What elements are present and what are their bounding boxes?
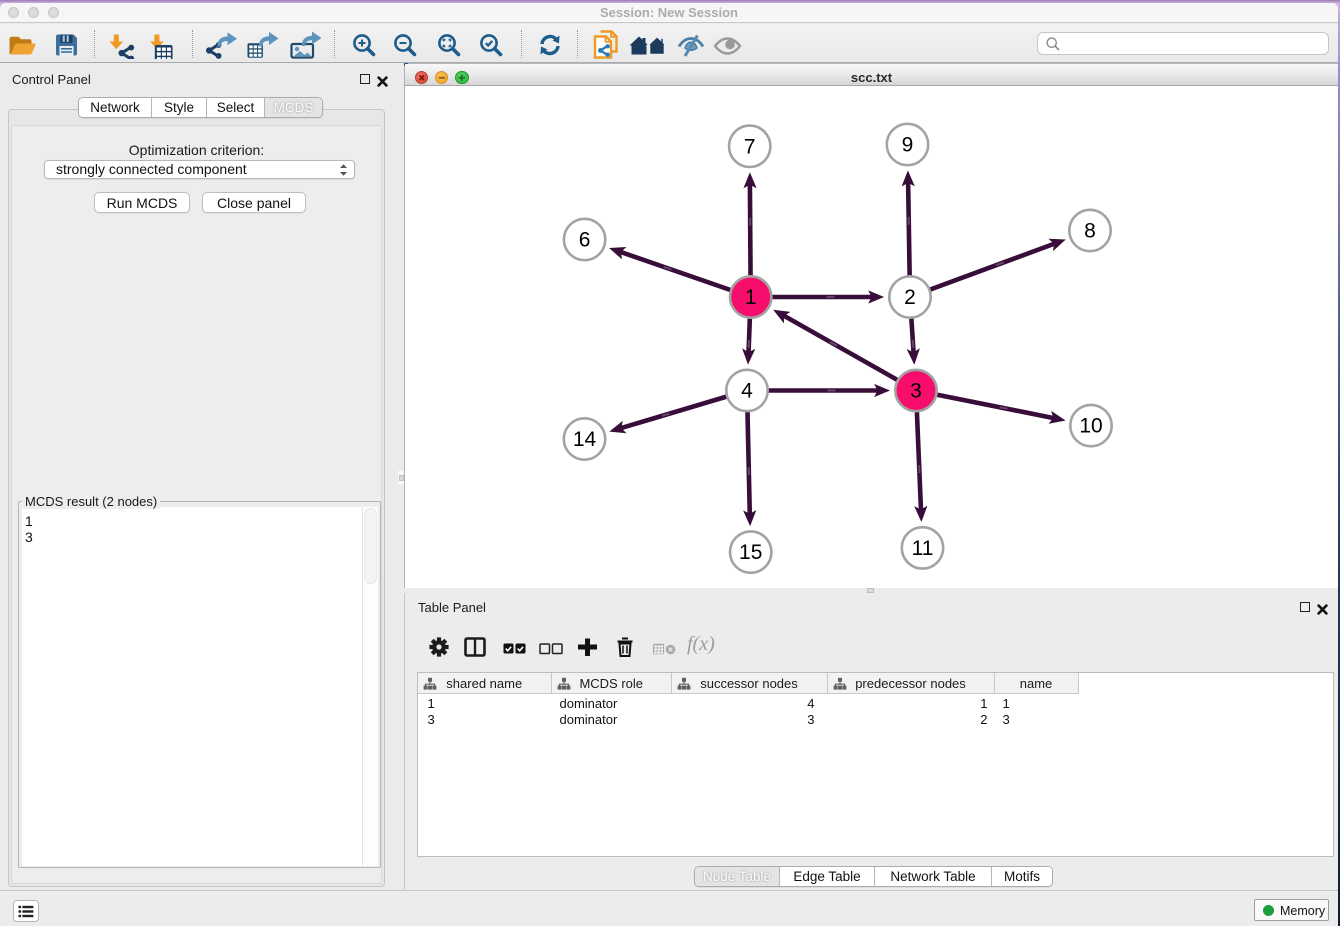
svg-text:9: 9 <box>902 134 914 157</box>
svg-text:2: 2 <box>904 286 916 309</box>
svg-text:10: 10 <box>1079 415 1102 438</box>
svg-text:6: 6 <box>579 229 591 252</box>
svg-text:1: 1 <box>745 286 757 309</box>
svg-text:11: 11 <box>912 537 934 560</box>
svg-text:14: 14 <box>573 428 597 451</box>
svg-text:3: 3 <box>910 380 922 403</box>
svg-text:4: 4 <box>741 380 753 403</box>
svg-text:15: 15 <box>739 541 762 564</box>
svg-text:7: 7 <box>744 135 756 158</box>
svg-text:8: 8 <box>1084 220 1096 243</box>
